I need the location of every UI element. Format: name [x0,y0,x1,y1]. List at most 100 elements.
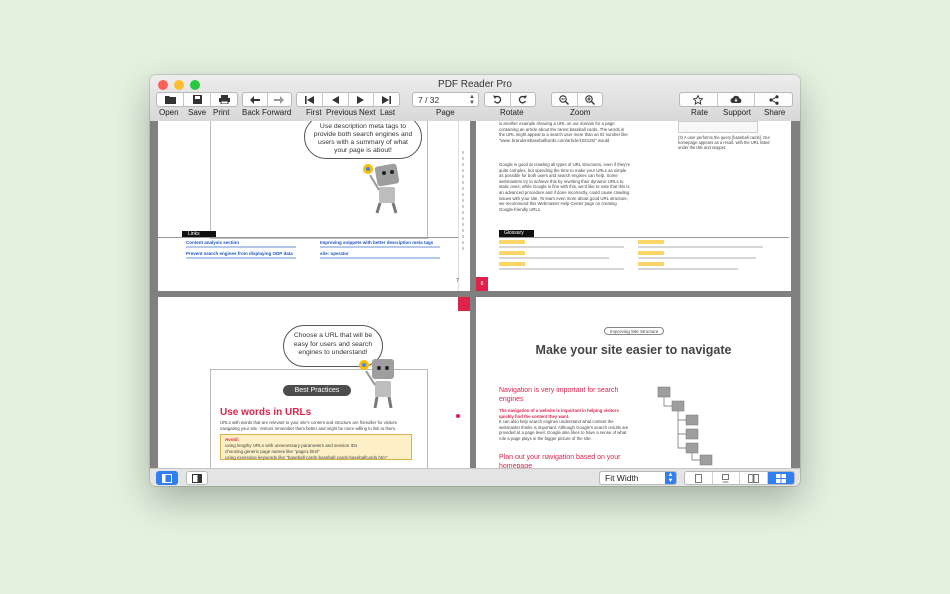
two-page-continuous-view-button[interactable] [767,472,794,484]
support-button[interactable] [718,93,756,106]
section-heading: Use words in URLs [220,407,312,418]
side-tab-text [462,151,464,251]
text-line [638,246,763,248]
link-url [186,246,296,248]
continuous-page-icon [722,473,730,482]
continuous-view-button[interactable] [713,472,740,484]
rotate-left-button[interactable] [485,93,511,106]
zoom-select[interactable]: Fit Width ▲ ▼ [599,471,677,485]
first-page-icon [304,95,314,104]
site-hierarchy-diagram [657,386,713,466]
next-page-button[interactable] [349,93,375,106]
single-page-view-button[interactable] [685,472,713,484]
links-column-right: Improving snippets with better descripti… [320,240,450,262]
subheading: Navigation is very important for search … [499,387,619,403]
section-tag: Improving Site Structure [604,327,665,335]
file-button-group [156,92,238,107]
avoid-item: using excessive keywords like "baseball-… [225,454,388,460]
back-button[interactable] [243,93,268,106]
link-item[interactable]: Improving snippets with better descripti… [320,240,450,246]
glossary-header: Glossary [499,230,534,237]
open-label: Open [159,108,179,117]
rate-label: Rate [691,108,708,117]
previous-label: Previous [326,108,358,117]
link-item[interactable]: Prevent search engines from displaying O… [186,251,316,257]
term-highlight [638,251,664,255]
term-highlight [638,262,664,266]
arrow-right-icon [274,95,285,104]
chevron-up-down-icon: ▲ ▼ [665,472,676,484]
zoom-label: Zoom [570,108,591,117]
term-highlight [499,251,525,255]
body-paragraph: URLs with words that are relevant to you… [220,420,398,431]
share-icon [769,94,779,105]
link-url [320,246,440,248]
arrow-left-icon [249,95,260,104]
page-number-value: 7 / 32 [418,95,440,105]
term-highlight [499,240,525,244]
rotate-right-icon [519,95,528,104]
chapter-tab [458,297,470,311]
page-title: Make your site easier to navigate [535,343,732,357]
page-number-field[interactable]: 7 / 32 ▲ ▼ [412,92,479,107]
glossary-column-left [499,240,629,273]
sidebar-icon [162,473,172,483]
next-label: Next [359,108,376,117]
body-paragraph: is another example showing a URL on our … [499,121,628,143]
robot-mascot-icon [363,163,400,214]
single-page-icon [694,473,702,483]
print-label: Print [213,108,230,117]
page-gutter [458,121,459,291]
document-view[interactable]: Use description meta tags to provide bot… [150,121,800,468]
forward-button[interactable] [268,93,292,106]
zoom-button-group [551,92,603,107]
back-forward-label: Back Forward [242,108,292,117]
first-label: First [306,108,322,117]
divider [158,237,458,238]
first-page-button[interactable] [297,93,323,106]
text-line [499,268,624,270]
save-button[interactable] [184,93,211,106]
rotate-right-button[interactable] [511,93,536,106]
text-line [638,257,756,259]
rotate-button-group [484,92,536,107]
glossary-column-right [638,240,768,273]
zoom-out-button[interactable] [552,93,578,106]
print-button[interactable] [211,93,237,106]
emphasis-paragraph: The navigation of a website is important… [499,408,619,419]
text-line [499,257,609,259]
text-line [638,268,738,270]
support-label: Support [723,108,752,117]
rotate-left-icon [492,95,501,104]
figure-caption: (3) A user performs the query [baseball … [678,135,770,151]
status-bar: Fit Width ▲ ▼ [150,468,800,486]
app-button-group [679,92,793,107]
body-paragraph: It can also help search engines understa… [499,419,629,441]
share-button[interactable] [755,93,792,106]
term-highlight [638,240,664,244]
zoom-select-value: Fit Width [605,473,639,483]
zoom-in-icon [584,94,595,105]
share-label: Share [764,108,786,117]
toolbar: PDF Reader Pro Open Save Print Back Forw… [150,75,800,121]
link-url [186,257,296,259]
text-line [499,246,624,248]
sidebar-toggle-button[interactable] [156,471,178,485]
two-page-view-button[interactable] [740,472,768,484]
zoom-out-icon [559,94,570,105]
grid-icon [775,473,786,483]
last-page-icon [382,95,392,104]
save-icon [192,95,202,104]
zoom-in-button[interactable] [578,93,603,106]
last-page-button[interactable] [374,93,399,106]
rate-button[interactable] [680,93,718,106]
rotate-label: Rotate [500,108,524,117]
history-button-group [242,92,292,107]
page-stepper[interactable]: ▲ ▼ [469,94,475,106]
last-label: Last [380,108,396,117]
panel-toggle-button[interactable] [186,471,208,485]
window-title: PDF Reader Pro [438,79,512,90]
divider [499,237,789,238]
previous-page-button[interactable] [323,93,349,106]
open-button[interactable] [157,93,184,106]
